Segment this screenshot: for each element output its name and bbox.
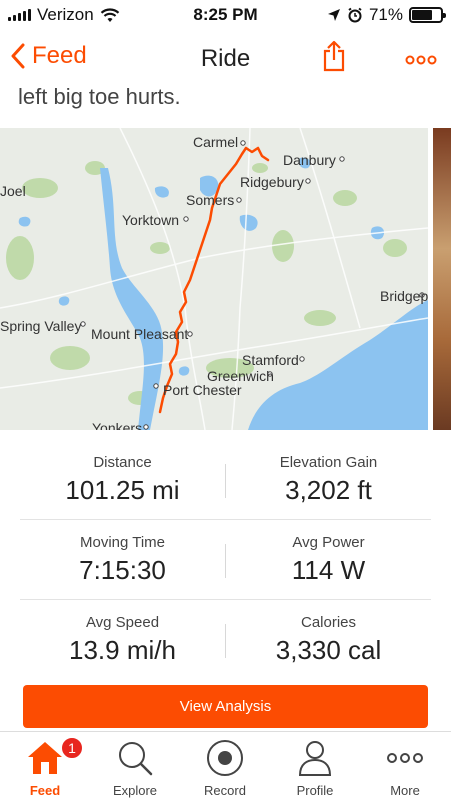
status-bar: Verizon 8:25 PM 71% [0, 0, 451, 30]
status-right: 71% [327, 5, 446, 25]
moving-time-value: 7:15:30 [79, 555, 166, 585]
tab-profile[interactable]: Profile [270, 732, 360, 800]
activity-description: left big toe hurts. [18, 84, 181, 109]
more-icon [360, 738, 450, 778]
moving-time-label: Moving Time [79, 534, 166, 551]
avg-power-stat: Avg Power 114 W [226, 534, 431, 586]
calories-label: Calories [300, 614, 357, 631]
distance-stat: Distance 101.25 mi [20, 454, 225, 506]
calories-stat: Calories 3,330 cal [226, 614, 431, 666]
alarm-icon [348, 7, 362, 23]
tab-record-label: Record [204, 783, 246, 798]
map-label-somers: Somers [186, 192, 235, 208]
map-label-yorktown: Yorktown [122, 212, 180, 228]
tab-record[interactable]: Record [180, 732, 270, 800]
options-button[interactable] [405, 52, 437, 70]
tab-explore[interactable]: Explore [90, 732, 180, 800]
record-icon [180, 738, 270, 778]
nav-bar: Feed Ride [0, 30, 451, 88]
location-arrow-icon [327, 9, 340, 21]
map-label-mount-pleasant: Mount Pleasant [91, 326, 189, 342]
avg-speed-label: Avg Speed [85, 614, 160, 631]
share-icon [323, 40, 345, 72]
battery-percent: 71% [368, 5, 403, 24]
map-label-yonkers: Yonkers [92, 420, 143, 430]
avg-speed-value: 13.9 mi/h [69, 635, 176, 665]
map-label-ridgebury: Ridgebury [240, 174, 304, 190]
view-analysis-button[interactable]: View Analysis [23, 685, 428, 728]
moving-time-stat: Moving Time 7:15:30 [20, 534, 225, 586]
calories-value: 3,330 cal [275, 635, 382, 665]
stats-row-3: Avg Speed 13.9 mi/h Calories 3,330 cal [20, 600, 431, 680]
page-title: Ride [200, 45, 251, 72]
tab-profile-label: Profile [296, 783, 334, 798]
map-label-carmel: Carmel [193, 134, 239, 150]
avg-speed-stat: Avg Speed 13.9 mi/h [20, 614, 225, 666]
elevation-value: 3,202 ft [285, 475, 372, 505]
elevation-stat: Elevation Gain 3,202 ft [226, 454, 431, 506]
map-label-danbury: Danbury [283, 152, 336, 168]
avg-power-value: 114 W [291, 555, 366, 585]
search-icon [90, 738, 180, 778]
distance-label: Distance [93, 454, 152, 471]
route-map[interactable]: Carmel Danbury Joel Ridgebury Somers Yor… [0, 128, 428, 430]
distance-value: 101.25 mi [65, 475, 180, 505]
stats-row-2: Moving Time 7:15:30 Avg Power 114 W [20, 520, 431, 600]
elevation-label: Elevation Gain [279, 454, 378, 471]
map-label-joel: Joel [0, 183, 26, 199]
map-label-bridgeport: Bridgep [380, 288, 428, 304]
map-label-spring-valley: Spring Valley [0, 318, 82, 334]
battery-icon [409, 7, 446, 23]
share-button[interactable] [322, 40, 346, 77]
tab-bar: 1 Feed Explore Record Profile More [0, 731, 451, 800]
tab-feed-label: Feed [29, 783, 61, 798]
profile-icon [270, 738, 360, 778]
next-photo-peek[interactable] [433, 128, 451, 430]
tab-explore-label: Explore [112, 783, 158, 798]
map-label-stamford: Stamford [242, 352, 299, 368]
avg-power-label: Avg Power [292, 534, 365, 551]
ellipsis-icon [405, 55, 437, 65]
notification-badge: 1 [60, 736, 84, 760]
tab-more-label: More [390, 783, 420, 798]
tab-feed[interactable]: 1 Feed [0, 732, 90, 800]
tab-more[interactable]: More [360, 732, 450, 800]
stats-row-1: Distance 101.25 mi Elevation Gain 3,202 … [20, 440, 431, 520]
map-label-port-chester: Port Chester [163, 382, 242, 398]
